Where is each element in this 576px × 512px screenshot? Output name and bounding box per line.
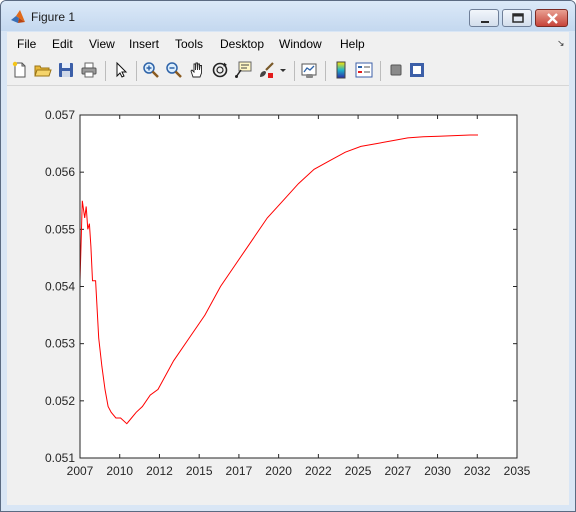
y-tick-label: 0.054: [45, 280, 75, 294]
menu-window[interactable]: Window: [279, 37, 322, 51]
legend-icon[interactable]: [355, 61, 373, 79]
x-tick-label: 2015: [186, 464, 213, 478]
menu-dock-arrow-icon[interactable]: ↘: [557, 38, 565, 49]
minimize-button[interactable]: [469, 9, 499, 27]
menu-file[interactable]: File: [17, 37, 36, 51]
close-icon: [547, 13, 558, 24]
save-icon[interactable]: [57, 61, 75, 79]
toolbar-separator: [294, 61, 295, 81]
y-tick-label: 0.052: [45, 394, 75, 408]
x-tick-label: 2012: [146, 464, 173, 478]
maximize-icon: [512, 13, 524, 23]
x-tick-label: 2027: [384, 464, 411, 478]
brush-dropdown-icon[interactable]: [278, 61, 288, 79]
plot-area[interactable]: 0.051 0.052 0.053 0.054 0.055 0.056 0.057 2007…: [7, 86, 569, 505]
print-icon[interactable]: [80, 61, 98, 79]
colorbar-icon[interactable]: [332, 61, 350, 79]
figure-window: Figure 1 File Edit View Insert Tools Des…: [0, 0, 576, 512]
menu-bar: File Edit View Insert Tools Desktop Wind…: [7, 32, 569, 55]
y-tick-label: 0.051: [45, 451, 75, 465]
x-tick-label: 2017: [226, 464, 253, 478]
menu-view[interactable]: View: [89, 37, 115, 51]
y-tick-label: 0.053: [45, 337, 75, 351]
x-tick-label: 2032: [464, 464, 491, 478]
x-tick-label: 2010: [106, 464, 133, 478]
edit-plot-pointer-icon[interactable]: [112, 61, 130, 79]
show-plot-tools-icon[interactable]: [408, 61, 426, 79]
zoom-out-icon[interactable]: [165, 61, 183, 79]
toolbar-separator: [136, 61, 137, 81]
x-tick-label: 2025: [345, 464, 372, 478]
open-file-icon[interactable]: [34, 61, 52, 79]
x-tick-label: 2030: [424, 464, 451, 478]
close-button[interactable]: [535, 9, 568, 27]
toolbar-separator: [325, 61, 326, 81]
menu-help[interactable]: Help: [340, 37, 365, 51]
toolbar-separator: [105, 61, 106, 81]
minimize-icon: [481, 21, 489, 23]
x-tick-label: 2035: [504, 464, 531, 478]
x-tick-label: 2007: [67, 464, 94, 478]
axes-background: [80, 115, 517, 458]
brush-icon[interactable]: [257, 61, 275, 79]
y-tick-label: 0.057: [45, 108, 75, 122]
toolbar-separator: [380, 61, 381, 81]
menu-desktop[interactable]: Desktop: [220, 37, 264, 51]
menu-tools[interactable]: Tools: [175, 37, 203, 51]
figure-toolbar: [7, 55, 569, 86]
title-bar[interactable]: Figure 1: [1, 1, 575, 31]
menu-insert[interactable]: Insert: [129, 37, 159, 51]
rotate-3d-icon[interactable]: [211, 61, 229, 79]
matlab-logo-icon: [11, 10, 25, 23]
maximize-button[interactable]: [502, 9, 532, 27]
x-tick-label: 2020: [265, 464, 292, 478]
pan-hand-icon[interactable]: [188, 61, 206, 79]
zoom-in-icon[interactable]: [142, 61, 160, 79]
link-plot-icon[interactable]: [300, 61, 318, 79]
data-cursor-icon[interactable]: [234, 61, 252, 79]
y-tick-label: 0.056: [45, 165, 75, 179]
hide-plot-tools-icon[interactable]: [387, 61, 405, 79]
x-tick-label: 2022: [305, 464, 332, 478]
figure-content: 0.051 0.052 0.053 0.054 0.055 0.056 0.057 2007…: [7, 86, 569, 505]
y-tick-label: 0.055: [45, 222, 75, 236]
menu-edit[interactable]: Edit: [52, 37, 73, 51]
window-title: Figure 1: [31, 10, 76, 24]
new-figure-icon[interactable]: [11, 61, 29, 79]
